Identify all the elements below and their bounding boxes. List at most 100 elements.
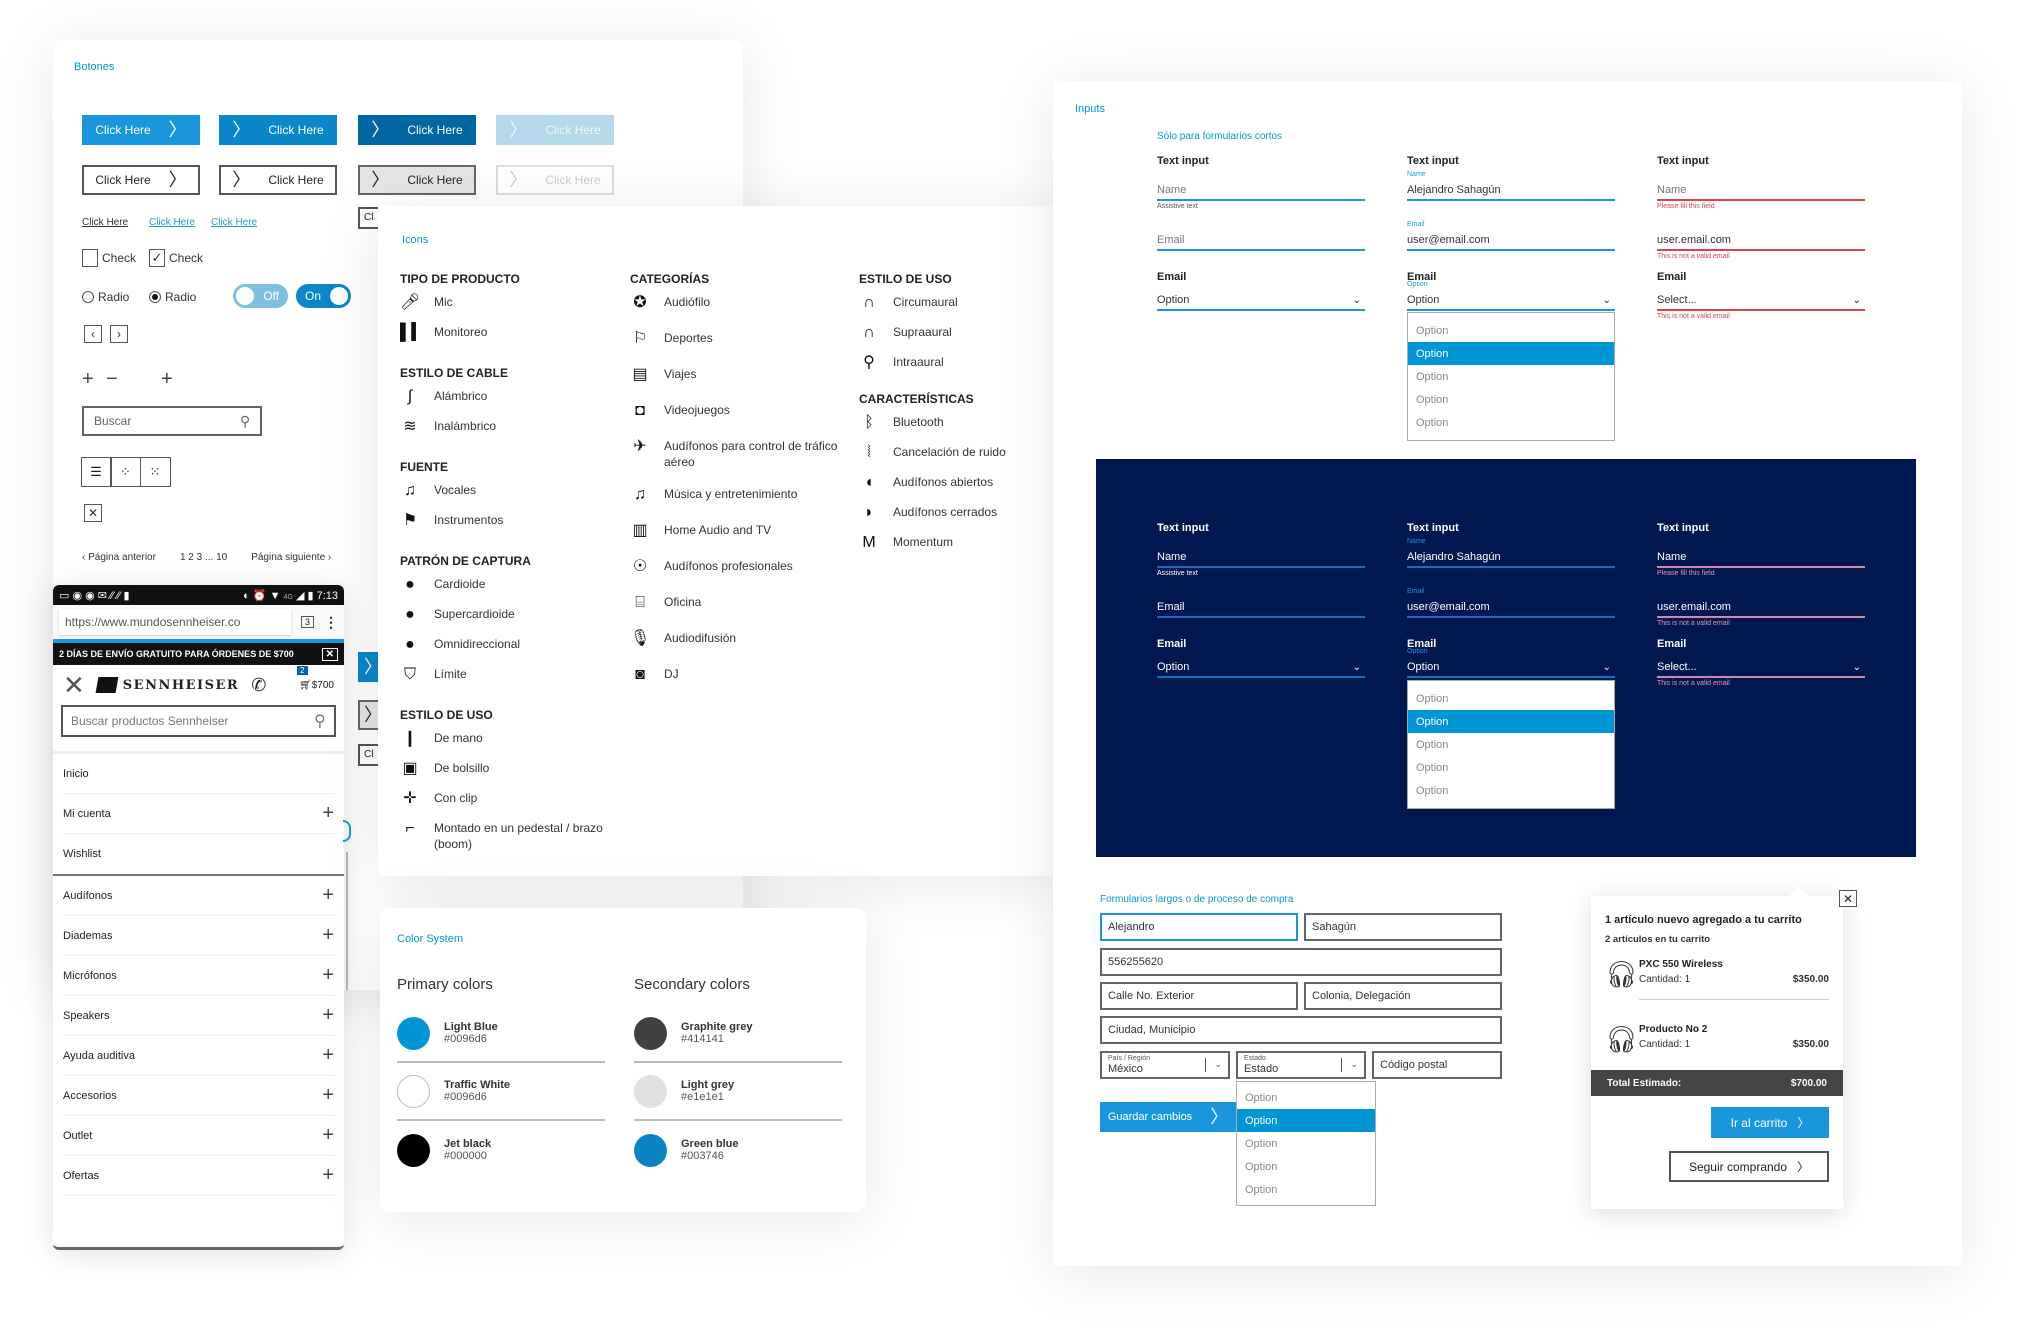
plus-icon[interactable]: + <box>322 1004 334 1027</box>
page-numbers[interactable]: 1 2 3 ... 10 <box>180 552 227 563</box>
email-field[interactable]: user.email.com <box>1657 211 1865 251</box>
secondary-button-hover[interactable]: 〉 Click Here <box>219 165 337 195</box>
select-field[interactable]: Option Option ⌄ <box>1407 271 1615 311</box>
email-field[interactable]: Email <box>1157 211 1365 251</box>
menu-item-inicio[interactable]: Inicio <box>63 754 334 794</box>
phone-icon[interactable]: ✆ <box>251 675 266 696</box>
dropdown-option[interactable]: Option <box>1408 687 1614 710</box>
menu-item-category[interactable]: Outlet + <box>63 1116 334 1156</box>
text-link[interactable]: Click Here <box>82 217 128 228</box>
street-input[interactable]: Calle No. Exterior <box>1100 982 1298 1010</box>
dropdown-option[interactable]: Option <box>1237 1132 1375 1155</box>
prev-page-link[interactable]: ‹ Página anterior <box>82 552 156 563</box>
dropdown-option[interactable]: Option <box>1408 710 1614 733</box>
menu-item-category[interactable]: Ayuda auditiva + <box>63 1036 334 1076</box>
city-input[interactable]: Ciudad, Municipio <box>1100 1016 1502 1044</box>
dropdown-option[interactable]: Option <box>1408 756 1614 779</box>
state-select[interactable]: Estado Estado ⌄ <box>1236 1051 1366 1079</box>
primary-button-pressed[interactable]: 〉 Click Here <box>358 115 476 145</box>
list-view-icon[interactable]: ☰ <box>80 457 112 487</box>
menu-item-category[interactable]: Micrófonos + <box>63 956 334 996</box>
plus-icon[interactable]: + <box>82 368 94 391</box>
dropdown-option[interactable]: Option <box>1408 388 1614 411</box>
text-link-hover[interactable]: Click Here <box>149 217 195 228</box>
checkbox-checked[interactable]: ✓ Check <box>149 249 203 267</box>
menu-item-category[interactable]: Accesorios + <box>63 1076 334 1116</box>
close-icon[interactable]: ✕ <box>1839 890 1857 907</box>
text-link-active[interactable]: Click Here <box>211 217 257 228</box>
menu-item-category[interactable]: Speakers + <box>63 996 334 1036</box>
plus-icon[interactable]: + <box>322 802 334 825</box>
plus-icon[interactable]: + <box>322 1124 334 1147</box>
email-field[interactable]: Email user@email.com <box>1407 578 1615 618</box>
continue-shopping-button[interactable]: Seguir comprando 〉 <box>1669 1151 1829 1182</box>
search-input[interactable]: Buscar ⚲ <box>82 406 262 436</box>
name-field[interactable]: Name <box>1657 528 1865 568</box>
select-field[interactable]: Option Option ⌄ <box>1407 638 1615 678</box>
more-menu-icon[interactable]: ⋮ <box>324 614 338 631</box>
plus-icon[interactable]: + <box>322 1044 334 1067</box>
zip-input[interactable]: Código postal <box>1372 1051 1502 1079</box>
menu-item-category[interactable]: Ofertas + <box>63 1156 334 1196</box>
name-field[interactable]: Name Alejandro Sahagún <box>1407 161 1615 201</box>
primary-button-hover[interactable]: 〉 Click Here <box>219 115 337 145</box>
dropdown-option[interactable]: Option <box>1237 1178 1375 1201</box>
minus-icon[interactable]: − <box>106 368 118 391</box>
name-field[interactable]: Name <box>1157 528 1365 568</box>
radio-unselected[interactable]: Radio <box>82 290 129 304</box>
go-to-cart-button[interactable]: Ir al carrito 〉 <box>1711 1107 1829 1138</box>
phone-input[interactable]: 556255620 <box>1100 948 1502 976</box>
primary-button[interactable]: Click Here 〉 <box>82 115 200 145</box>
toggle-off[interactable]: Off <box>233 284 288 308</box>
name-field[interactable]: Name <box>1157 161 1365 201</box>
last-name-input[interactable]: Sahagún <box>1304 913 1502 941</box>
dropdown-option[interactable]: Option <box>1408 733 1614 756</box>
search-icon[interactable]: ⚲ <box>314 711 326 731</box>
select-field[interactable]: Select... ⌄ <box>1657 271 1865 311</box>
plus-icon[interactable]: + <box>322 1084 334 1107</box>
dropdown-option[interactable]: Option <box>1237 1109 1375 1132</box>
select-field[interactable]: Option ⌄ <box>1157 271 1365 311</box>
toggle-on[interactable]: On <box>296 284 351 308</box>
dropdown-option[interactable]: Option <box>1237 1155 1375 1178</box>
dropdown-option[interactable]: Option <box>1408 411 1614 434</box>
plus-icon[interactable]: + <box>322 964 334 987</box>
next-page-link[interactable]: Página siguiente › <box>251 552 331 563</box>
checkbox-unchecked[interactable]: Check <box>82 249 136 267</box>
dropdown-option[interactable]: Option <box>1408 779 1614 802</box>
secondary-button-pressed[interactable]: 〉 Click Here <box>358 165 476 195</box>
menu-item-mi-cuenta[interactable]: Mi cuenta + <box>63 794 334 834</box>
plus-icon[interactable]: + <box>322 924 334 947</box>
save-button[interactable]: Guardar cambios 〉 <box>1100 1102 1236 1132</box>
menu-item-category[interactable]: Diademas + <box>63 916 334 956</box>
product-search-input[interactable]: Buscar productos Sennheiser ⚲ <box>61 705 336 737</box>
url-field[interactable]: https://www.mundosennheiser.co <box>59 609 291 635</box>
plus-icon[interactable]: + <box>322 1164 334 1187</box>
close-icon[interactable]: ✕ <box>84 504 102 522</box>
menu-item-wishlist[interactable]: Wishlist <box>63 834 334 874</box>
select-field[interactable]: Option ⌄ <box>1157 638 1365 678</box>
dropdown-option[interactable]: Option <box>1408 342 1614 365</box>
grid-view-icon[interactable]: ⁘ <box>110 457 141 487</box>
email-field[interactable]: Email <box>1157 578 1365 618</box>
dropdown-option[interactable]: Option <box>1408 319 1614 342</box>
dense-grid-view-icon[interactable]: ⁙ <box>139 457 171 487</box>
close-icon[interactable]: ✕ <box>321 647 338 661</box>
cart-link[interactable]: 2 🛒︎$700 <box>297 665 334 691</box>
select-field[interactable]: Select... ⌄ <box>1657 638 1865 678</box>
email-field[interactable]: user.email.com <box>1657 578 1865 618</box>
tabs-icon[interactable]: 3 <box>300 616 314 628</box>
name-field[interactable]: Name <box>1657 161 1865 201</box>
country-select[interactable]: País / Región México ⌄ <box>1100 1051 1230 1079</box>
plus-icon[interactable]: + <box>322 884 334 907</box>
search-icon[interactable]: ⚲ <box>240 413 250 430</box>
next-arrow-button[interactable]: › <box>110 325 128 343</box>
prev-arrow-button[interactable]: ‹ <box>84 325 102 343</box>
sennheiser-logo[interactable]: SENNHEISER <box>95 677 239 693</box>
first-name-input[interactable]: Alejandro <box>1100 913 1298 941</box>
dropdown-option[interactable]: Option <box>1408 365 1614 388</box>
colonia-input[interactable]: Colonia, Delegación <box>1304 982 1502 1010</box>
radio-selected[interactable]: Radio <box>149 290 196 304</box>
menu-item-category[interactable]: Audífonos + <box>63 876 334 916</box>
plus-icon[interactable]: + <box>161 368 173 391</box>
